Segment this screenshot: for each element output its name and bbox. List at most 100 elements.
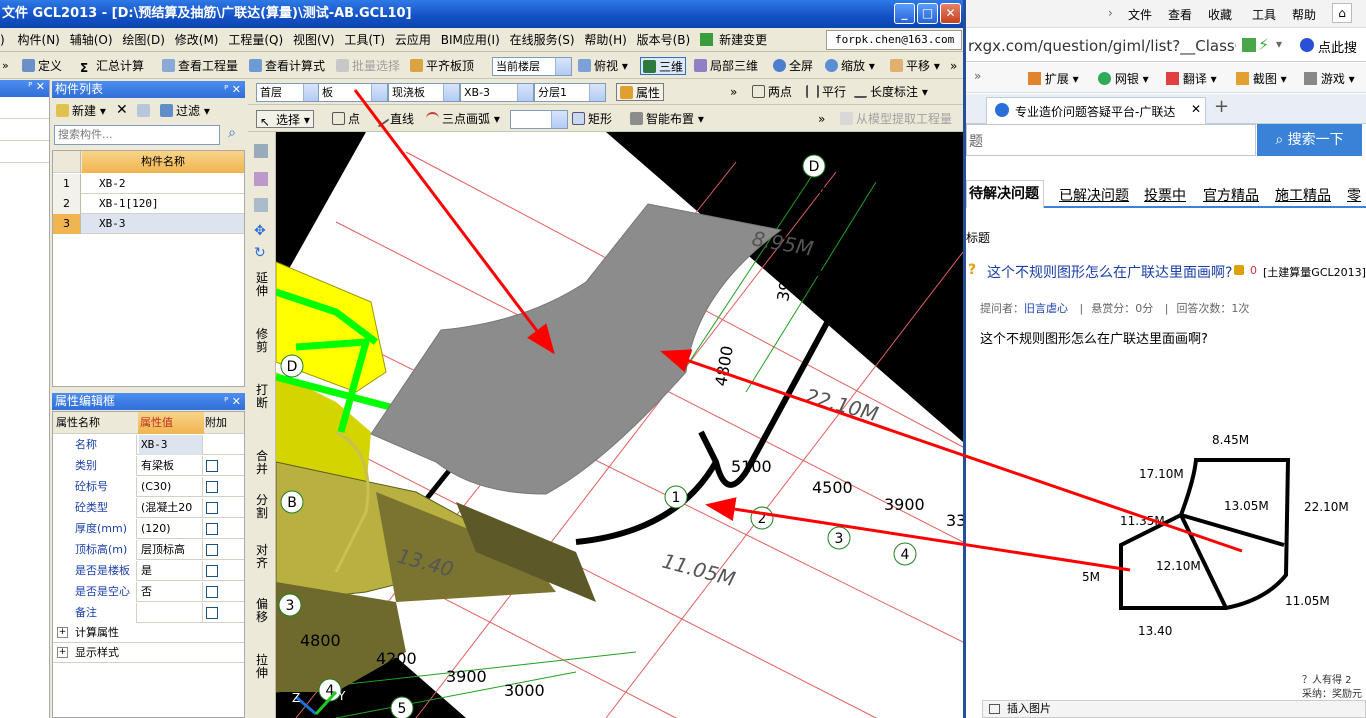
side-tool-4[interactable]: 分割: [255, 494, 269, 520]
sum-button[interactable]: Σ 汇总计算: [80, 57, 144, 75]
nav-official[interactable]: 官方精品: [1203, 185, 1259, 205]
view-quantity-button[interactable]: 查看工程量: [162, 57, 238, 75]
menu-view[interactable]: 视图(V): [290, 28, 338, 52]
length-label-button[interactable]: 长度标注 ▾: [854, 83, 928, 101]
property-row[interactable]: 砼标号 (C30): [53, 477, 244, 497]
search-hint[interactable]: 点此搜: [1318, 37, 1357, 56]
property-value[interactable]: 层顶标高: [139, 540, 203, 560]
insert-image-bar[interactable]: 插入图片: [982, 700, 1366, 718]
rect-button[interactable]: 矩形: [572, 110, 612, 128]
property-value[interactable]: [139, 603, 203, 623]
panel-pin-close-icons[interactable]: ᴾ ✕: [224, 393, 241, 410]
extra-checkbox[interactable]: [206, 523, 218, 535]
property-value[interactable]: (混凝土20: [139, 498, 203, 518]
table-row-selected[interactable]: 3 XB-3: [53, 214, 244, 234]
property-value[interactable]: (120): [139, 519, 203, 539]
home-icon[interactable]: ⌂: [1332, 3, 1352, 23]
side-tool-0[interactable]: 延伸: [255, 272, 269, 298]
extra-checkbox[interactable]: [206, 607, 218, 619]
view-formula-button[interactable]: 查看计算式: [249, 57, 325, 75]
menu-online[interactable]: 在线服务(S): [507, 28, 578, 52]
floor-scope-select[interactable]: 当前楼层: [492, 57, 572, 76]
floor-select[interactable]: 首层: [256, 83, 320, 102]
maximize-button[interactable]: □: [917, 3, 938, 24]
zoom-button[interactable]: 缩放 ▾: [825, 57, 875, 75]
question-title[interactable]: 这个不规则图形怎么在广联达里面画啊?: [987, 262, 1232, 282]
menu-draw[interactable]: 绘图(D): [119, 28, 168, 52]
nav-construction[interactable]: 施工精品: [1275, 185, 1331, 205]
bank-button[interactable]: 网银 ▾: [1098, 70, 1149, 87]
ext-button[interactable]: 扩展 ▾: [1028, 70, 1079, 87]
delete-icon[interactable]: ✕: [116, 101, 128, 119]
mirror-icon[interactable]: [254, 172, 268, 186]
tab-active[interactable]: 专业造价问题答疑平台-广联达 ✕: [986, 97, 1206, 124]
side-tool-3[interactable]: 合并: [255, 450, 269, 476]
translate-button[interactable]: 翻译 ▾: [1166, 70, 1217, 87]
line-button[interactable]: 直线: [371, 109, 414, 128]
property-value[interactable]: (C30): [139, 477, 203, 497]
property-row[interactable]: 备注: [53, 603, 244, 623]
expand-plus-icon[interactable]: +: [57, 647, 68, 658]
nav-unsolved[interactable]: 待解决问题: [966, 180, 1044, 208]
site-search-input[interactable]: 题: [966, 124, 1256, 156]
tab-close-icon[interactable]: ✕: [1191, 102, 1201, 116]
rotate-icon[interactable]: ↻: [254, 246, 268, 260]
brush-icon[interactable]: [254, 144, 268, 158]
menu-help[interactable]: 帮助(H): [581, 28, 629, 52]
panel-pin-close-icons[interactable]: ᴾ ✕: [224, 81, 241, 98]
browser-menu-tools[interactable]: 工具: [1252, 6, 1276, 23]
expand-row[interactable]: + 计算属性: [53, 623, 244, 643]
toolbar-overflow[interactable]: »: [950, 57, 957, 75]
extra-checkbox[interactable]: [206, 586, 218, 598]
extra-checkbox[interactable]: [206, 565, 218, 577]
level-top-button[interactable]: 平齐板顶: [410, 57, 474, 75]
close-button[interactable]: ✕: [940, 3, 961, 24]
type-select[interactable]: 板: [318, 83, 388, 102]
select-button[interactable]: ↖ 选择 ▾: [256, 110, 314, 129]
property-row[interactable]: 顶标高(m) 层顶标高: [53, 540, 244, 560]
new-tab-icon[interactable]: +: [1214, 96, 1229, 117]
menu-cloud[interactable]: 云应用: [392, 28, 434, 52]
property-row[interactable]: 砼类型 (混凝土20: [53, 498, 244, 518]
toolbar-overflow-icon[interactable]: »: [974, 69, 981, 83]
arc-button[interactable]: 三点画弧 ▾: [426, 110, 500, 128]
menu-tools[interactable]: 工具(T): [341, 28, 388, 52]
account-dropdown[interactable]: forpk.chen@163.com: [826, 30, 962, 50]
search-button[interactable]: ⌕ 搜索一下: [1257, 124, 1362, 156]
nav-voting[interactable]: 投票中: [1144, 185, 1186, 205]
extra-checkbox[interactable]: [206, 481, 218, 493]
property-row[interactable]: 是否是空心否: [53, 582, 244, 602]
property-row[interactable]: 是否是楼板是: [53, 561, 244, 581]
expand-plus-icon[interactable]: +: [57, 627, 68, 638]
browser-menu-help[interactable]: 帮助: [1292, 6, 1316, 23]
toolbar3-overflow[interactable]: »: [818, 110, 825, 128]
search-icon[interactable]: ⌕: [222, 125, 242, 145]
point-button[interactable]: 点: [332, 110, 360, 128]
menu-new-change[interactable]: 新建变更: [697, 28, 773, 52]
dropdown-icon[interactable]: ▾: [1276, 37, 1282, 51]
asker-link[interactable]: 旧言虐心: [1024, 302, 1068, 315]
menu-modify[interactable]: 修改(M): [172, 28, 222, 52]
3d-viewport[interactable]: D D B 1 2 3 4 3 4 5 3300 3900 4800 5100 …: [276, 132, 963, 718]
menu-bim[interactable]: BIM应用(I): [438, 28, 503, 52]
top-view-button[interactable]: 俯视 ▾: [578, 57, 628, 75]
side-tool-6[interactable]: 偏移: [255, 598, 269, 624]
expand-row[interactable]: + 显示样式: [53, 643, 244, 663]
define-button[interactable]: 定义: [22, 57, 62, 75]
pan-button[interactable]: 平移 ▾: [890, 57, 940, 75]
left-strip-pin[interactable]: ᴾ ✕: [0, 80, 49, 97]
extra-checkbox[interactable]: [206, 460, 218, 472]
property-button[interactable]: 属性: [616, 83, 665, 101]
three-d-button[interactable]: 三维: [640, 57, 687, 75]
copy-icon[interactable]: [137, 102, 153, 120]
url-text[interactable]: rxgx.com/question/giml/list?__ClassCode: [968, 37, 1236, 55]
extra-checkbox[interactable]: [206, 502, 218, 514]
two-points-button[interactable]: 两点: [752, 83, 792, 101]
component-search-input[interactable]: 搜索构件...: [54, 125, 220, 145]
side-tool-5[interactable]: 对齐: [255, 544, 269, 570]
toolbar2-overflow[interactable]: »: [730, 83, 737, 101]
extra-checkbox[interactable]: [206, 544, 218, 556]
lightning-icon[interactable]: ⚡: [1258, 35, 1269, 54]
nav-solved[interactable]: 已解决问题: [1059, 185, 1129, 205]
property-value[interactable]: 有梁板: [139, 456, 203, 476]
